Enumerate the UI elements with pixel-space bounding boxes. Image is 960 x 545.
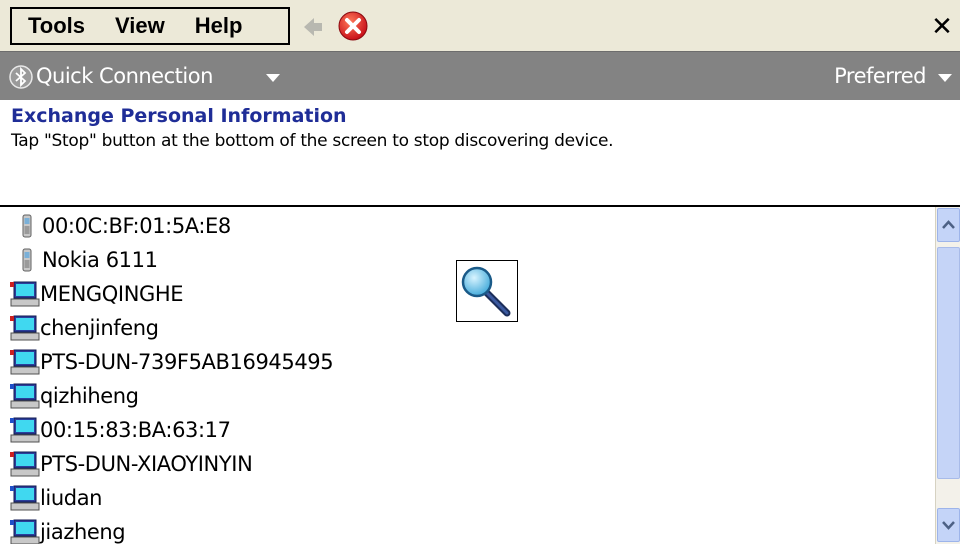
- menu-view[interactable]: View: [85, 13, 165, 39]
- page-instructions: Tap "Stop" button at the bottom of the s…: [11, 131, 614, 151]
- device-list[interactable]: 00:0C:BF:01:5A:E8 Nokia 6111 MENGQINGHE che…: [0, 205, 960, 544]
- computer-icon: [0, 415, 40, 445]
- page-title: Exchange Personal Information: [11, 105, 347, 127]
- device-list-item[interactable]: jiazheng: [0, 515, 126, 544]
- device-list-item[interactable]: liudan: [0, 481, 102, 515]
- menu-bar: Tools View Help ✕: [0, 0, 960, 51]
- device-name: MENGQINGHE: [40, 282, 184, 306]
- stop-icon[interactable]: [337, 10, 369, 42]
- menu-help[interactable]: Help: [165, 13, 243, 39]
- back-icon[interactable]: [300, 14, 326, 40]
- bluetooth-icon[interactable]: [8, 64, 34, 90]
- phone-icon: [0, 245, 42, 275]
- device-name: liudan: [40, 486, 103, 510]
- searching-icon: [456, 260, 518, 322]
- connection-toolbar: Quick Connection Preferred: [0, 51, 960, 100]
- computer-icon: [0, 347, 40, 377]
- device-name: 00:0C:BF:01:5A:E8: [42, 214, 231, 238]
- computer-icon: [0, 279, 40, 309]
- device-name: jiazheng: [40, 520, 126, 544]
- scroll-down-button[interactable]: [937, 508, 960, 542]
- computer-icon: [0, 381, 40, 411]
- preferred-dropdown[interactable]: Preferred: [834, 64, 926, 88]
- device-name: PTS-DUN-739F5AB16945495: [40, 350, 334, 374]
- computer-icon: [0, 483, 40, 513]
- scroll-up-button[interactable]: [937, 208, 960, 242]
- device-list-item[interactable]: 00:0C:BF:01:5A:E8: [0, 209, 231, 243]
- menu-group: Tools View Help: [10, 7, 290, 45]
- device-name: qizhiheng: [40, 384, 139, 408]
- device-list-item[interactable]: 00:15:83:BA:63:17: [0, 413, 231, 447]
- phone-icon: [0, 211, 42, 241]
- quick-connection-dropdown[interactable]: Quick Connection: [36, 64, 213, 88]
- device-list-item[interactable]: chenjinfeng: [0, 311, 159, 345]
- device-list-item[interactable]: MENGQINGHE: [0, 277, 184, 311]
- chevron-down-icon[interactable]: [266, 74, 280, 82]
- device-list-item[interactable]: PTS-DUN-XIAOYINYIN: [0, 447, 253, 481]
- computer-icon: [0, 517, 40, 544]
- device-name: chenjinfeng: [40, 316, 159, 340]
- device-name: 00:15:83:BA:63:17: [40, 418, 231, 442]
- device-list-item[interactable]: PTS-DUN-739F5AB16945495: [0, 345, 334, 379]
- computer-icon: [0, 449, 40, 479]
- device-list-item[interactable]: qizhiheng: [0, 379, 139, 413]
- computer-icon: [0, 313, 40, 343]
- close-button[interactable]: ✕: [928, 10, 956, 42]
- chevron-down-icon[interactable]: [938, 74, 952, 82]
- menu-tools[interactable]: Tools: [12, 13, 85, 39]
- device-name: Nokia 6111: [42, 248, 158, 272]
- scrollbar[interactable]: [935, 207, 960, 544]
- device-list-item[interactable]: Nokia 6111: [0, 243, 158, 277]
- scrollbar-thumb[interactable]: [937, 247, 960, 479]
- device-name: PTS-DUN-XIAOYINYIN: [40, 452, 253, 476]
